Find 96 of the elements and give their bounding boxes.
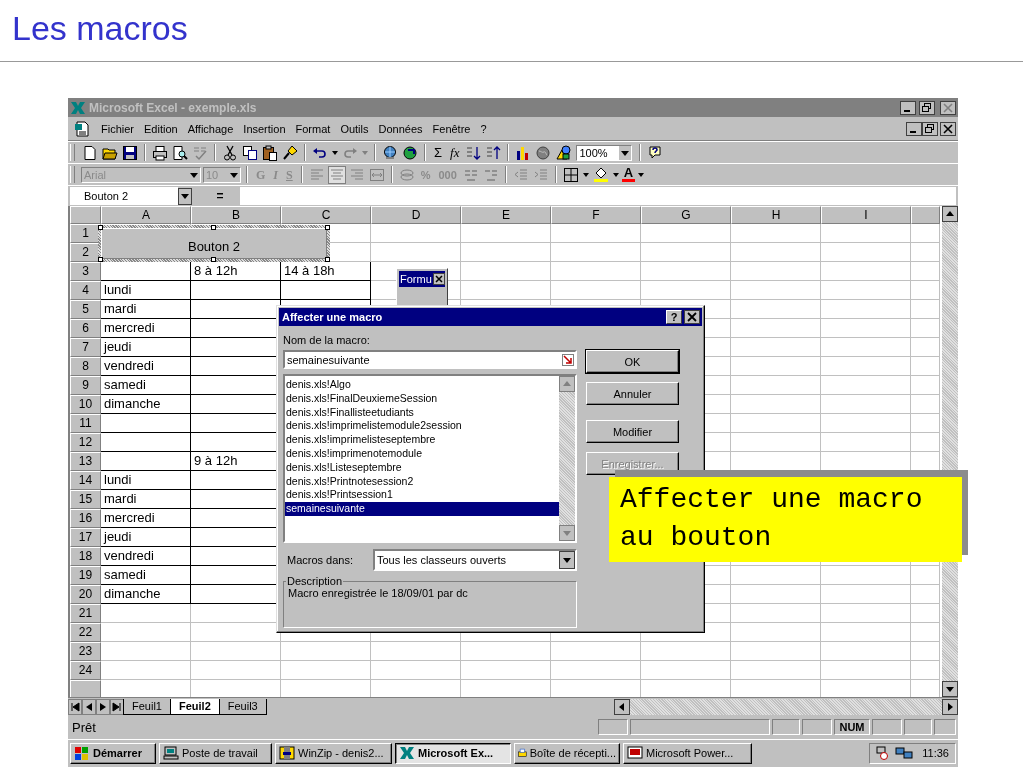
row-header[interactable]: 24	[70, 661, 101, 680]
row-header[interactable]: 17	[70, 528, 101, 547]
list-item[interactable]: denis.xls!Finallisteetudiants	[285, 405, 559, 420]
column-header[interactable]: C	[281, 206, 371, 224]
menu-item[interactable]: Données	[373, 122, 428, 135]
table-cell: dimanche	[101, 395, 191, 414]
table-cell: mercredi	[101, 509, 191, 528]
dialog-button[interactable]: OK	[586, 350, 679, 373]
row-header[interactable]: 23	[70, 642, 101, 661]
row-header[interactable]: 20	[70, 585, 101, 604]
field-label: Macros dans:	[287, 553, 354, 567]
column-header[interactable]: B	[191, 206, 281, 224]
clock: 11:36	[922, 747, 949, 759]
row-header[interactable]: 16	[70, 509, 101, 528]
form-button[interactable]: Bouton 2	[98, 225, 330, 262]
taskbar-button[interactable]: Poste de travail	[159, 742, 272, 764]
menu-item[interactable]: Affichage	[182, 122, 239, 135]
start-button[interactable]: Démarrer	[70, 742, 156, 764]
column-header[interactable]: E	[461, 206, 551, 224]
field-label: Nom de la macro:	[283, 333, 371, 347]
slide-title: Les macros	[12, 8, 189, 48]
dialog-button[interactable]: Modifier	[586, 420, 679, 443]
list-item[interactable]: denis.xls!Algo	[285, 378, 559, 392]
row-header[interactable]: 11	[70, 414, 101, 433]
zoom-dropdown[interactable]: 100%	[576, 144, 633, 161]
column-header[interactable]: F	[551, 206, 641, 224]
list-item[interactable]: denis.xls!Printsession1	[285, 488, 559, 503]
list-item[interactable]: denis.xls!imprimelisteseptembre	[285, 433, 559, 447]
function-button[interactable]: fx	[447, 144, 463, 161]
column-header[interactable]: G	[641, 206, 731, 224]
sheet-tab[interactable]: Feuil1	[123, 698, 171, 715]
menu-item[interactable]: Format	[290, 122, 336, 135]
menu-item[interactable]: Fenêtre	[427, 122, 476, 135]
sheet-tab[interactable]: Feuil2	[169, 698, 220, 715]
row-header[interactable]: 12	[70, 433, 101, 452]
list-item[interactable]: denis.xls!Listeseptembre	[285, 460, 559, 475]
window-title: Microsoft Excel - exemple.xls	[89, 100, 257, 115]
help-button[interactable]: ?	[666, 310, 682, 324]
row-header[interactable]: 10	[70, 395, 101, 414]
dialog-button[interactable]: Annuler	[586, 382, 679, 405]
column-header[interactable]: H	[731, 206, 821, 224]
table-cell: mercredi	[101, 319, 191, 338]
row-header[interactable]: 5	[70, 300, 101, 319]
taskbar-button[interactable]: Microsoft Ex...	[395, 742, 511, 764]
row-header[interactable]: 3	[70, 262, 101, 281]
table-cell: vendredi	[101, 357, 191, 376]
row-header[interactable]: 13	[70, 452, 101, 471]
row-header[interactable]: 4	[70, 281, 101, 300]
status-indicator: NUM	[834, 719, 870, 735]
macros-in-dropdown[interactable]: Tous les classeurs ouverts	[373, 549, 577, 571]
menu-item[interactable]: Outils	[335, 122, 374, 135]
menu-item[interactable]: Edition	[139, 122, 183, 135]
menu-item[interactable]: ?	[475, 122, 492, 135]
row-header[interactable]: 18	[70, 547, 101, 566]
row-header[interactable]: 6	[70, 319, 101, 338]
status-text: Prêt	[72, 719, 96, 735]
sheet-tab[interactable]: Feuil3	[218, 698, 267, 715]
group-label: Description	[286, 575, 344, 587]
toolbar-title: Formu	[399, 273, 433, 285]
taskbar-button[interactable]: Microsoft Power...	[623, 742, 752, 764]
row-header[interactable]: 21	[70, 604, 101, 623]
list-item[interactable]: semainesuivante	[285, 502, 559, 516]
description-text: Macro enregistrée le 18/09/01 par dc	[288, 587, 468, 599]
table-cell: vendredi	[101, 547, 191, 566]
name-box[interactable]: Bouton 2	[70, 187, 178, 205]
table-cell: jeudi	[101, 528, 191, 547]
table-cell: mardi	[101, 490, 191, 509]
sum-button[interactable]: Σ	[431, 144, 446, 161]
row-header[interactable]: 19	[70, 566, 101, 585]
table-cell: jeudi	[101, 338, 191, 357]
list-item[interactable]: denis.xls!Printnotesession2	[285, 474, 559, 489]
row-header[interactable]: 14	[70, 471, 101, 490]
table-cell: samedi	[101, 376, 191, 395]
row-header[interactable]: 22	[70, 623, 101, 642]
macro-name-field[interactable]: semainesuivante	[283, 350, 577, 369]
table-cell: mardi	[101, 300, 191, 319]
menu-item[interactable]: Insertion	[238, 122, 291, 135]
list-item[interactable]: denis.xls!imprimelistemodule2session	[285, 419, 559, 434]
table-cell: dimanche	[101, 585, 191, 604]
column-header[interactable]: A	[101, 206, 191, 224]
list-item[interactable]: denis.xls!FinalDeuxiemeSession	[285, 391, 559, 406]
table-cell: lundi	[101, 471, 191, 490]
row-header[interactable]: 15	[70, 490, 101, 509]
row-header[interactable]: 9	[70, 376, 101, 395]
column-header[interactable]: I	[821, 206, 911, 224]
table-cell: lundi	[101, 281, 191, 300]
taskbar-button[interactable]: Boîte de récepti...	[514, 742, 620, 764]
equals-sign: =	[215, 189, 225, 203]
row-header[interactable]: 7	[70, 338, 101, 357]
table-cell: samedi	[101, 566, 191, 585]
column-header[interactable]: D	[371, 206, 461, 224]
menu-item[interactable]: Fichier	[96, 122, 139, 135]
dialog-title: Affecter une macro	[282, 311, 383, 323]
row-header[interactable]: 8	[70, 357, 101, 376]
taskbar-button[interactable]: WinZip - denis2...	[275, 742, 392, 764]
list-item[interactable]: denis.xls!imprimenotemodule	[285, 447, 559, 461]
